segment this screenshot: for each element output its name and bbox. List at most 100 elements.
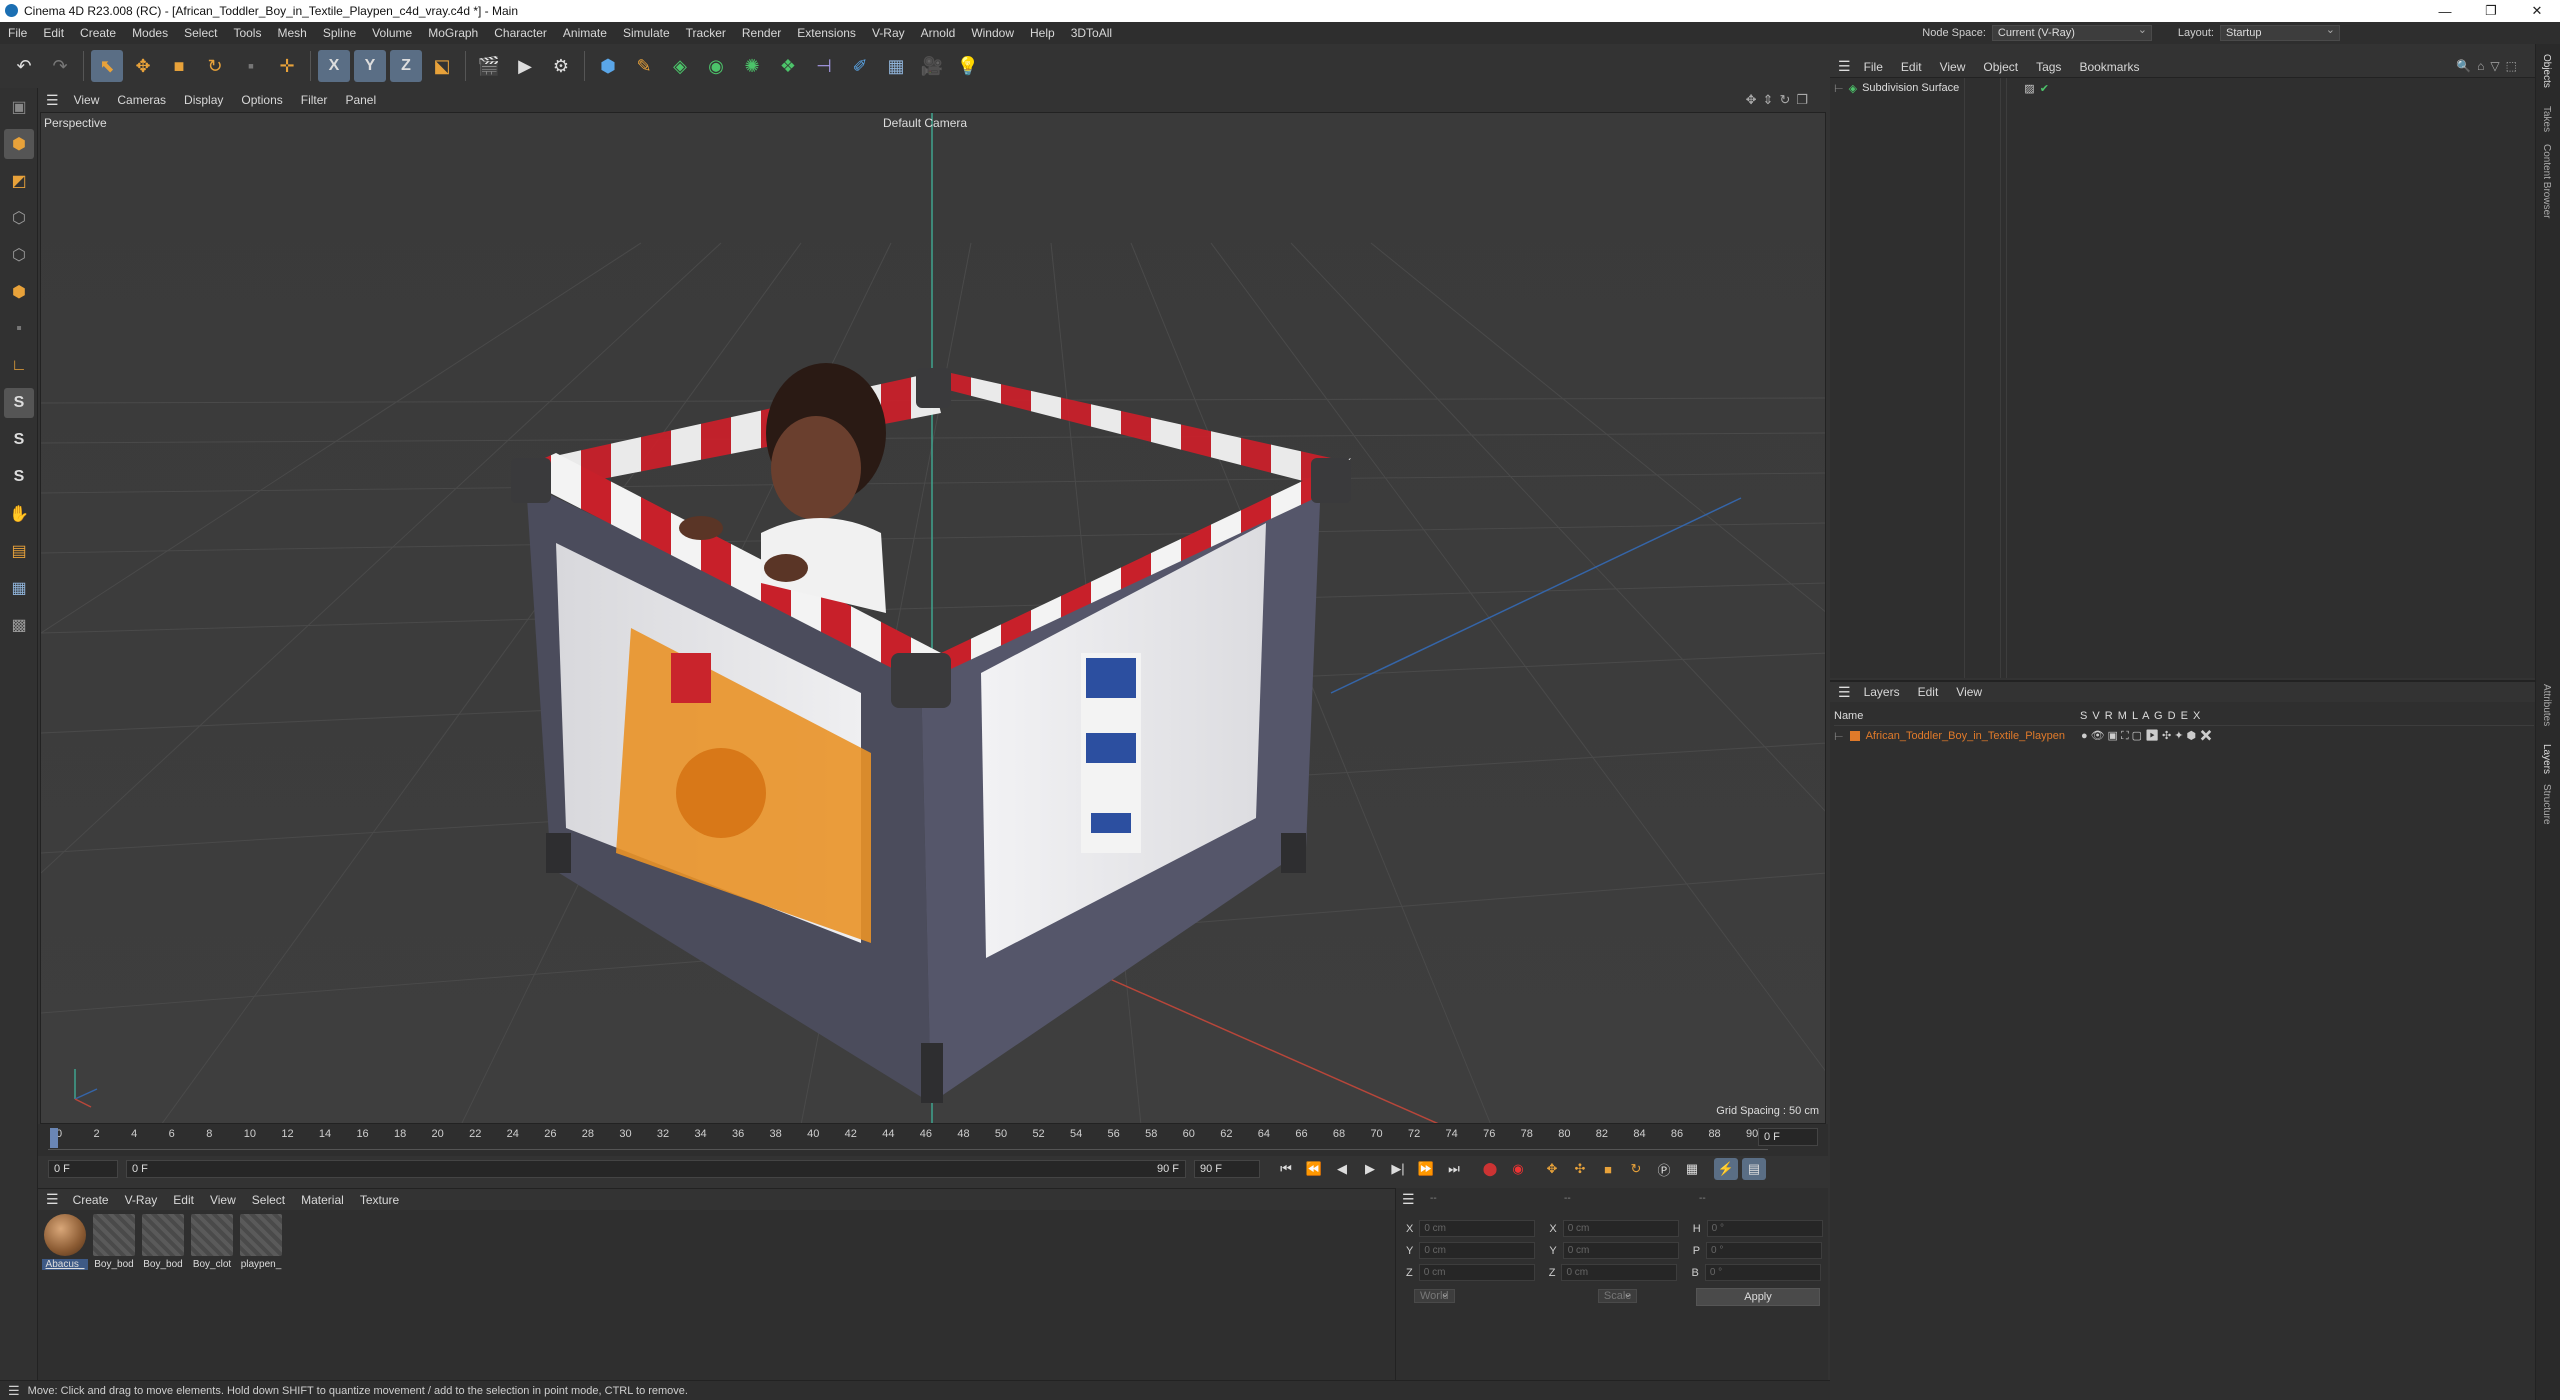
material-menu-select[interactable]: Select	[244, 1193, 293, 1207]
layer-menu-layers[interactable]: Layers	[1855, 685, 1909, 699]
viewport-menu-display[interactable]: Display	[175, 93, 232, 107]
rotation-b-field[interactable]: 0 °	[1704, 1264, 1821, 1281]
uv-mode-icon[interactable]: ▪	[4, 314, 34, 344]
position-x-field[interactable]: 0 cm	[1419, 1220, 1536, 1237]
menu-help[interactable]: Help	[1022, 26, 1063, 40]
key-rotation-icon[interactable]: ↻	[1624, 1158, 1648, 1180]
material-item[interactable]: Boy_bod	[140, 1214, 186, 1276]
mograph-icon[interactable]: ❖	[772, 50, 804, 82]
material-menu-edit[interactable]: Edit	[165, 1193, 202, 1207]
hamburger-icon[interactable]: ☰	[46, 92, 59, 109]
material-menu-vray[interactable]: V-Ray	[117, 1193, 166, 1207]
axis-x-button[interactable]: X	[318, 50, 350, 82]
viewport-nav-icons[interactable]: ✥⇕↻❐	[1746, 92, 1814, 108]
menu-animate[interactable]: Animate	[555, 26, 615, 40]
menu-volume[interactable]: Volume	[364, 26, 420, 40]
object-menu-tags[interactable]: Tags	[2027, 60, 2070, 74]
make-editable-icon[interactable]: ▣	[4, 92, 34, 122]
object-menu-bookmarks[interactable]: Bookmarks	[2070, 60, 2148, 74]
material-item[interactable]: Abacus_	[42, 1214, 88, 1276]
menu-mograph[interactable]: MoGraph	[420, 26, 486, 40]
grid-icon[interactable]: ▩	[4, 610, 34, 640]
coordinate-space-select[interactable]: World	[1414, 1289, 1455, 1303]
menu-modes[interactable]: Modes	[124, 26, 176, 40]
menu-simulate[interactable]: Simulate	[615, 26, 678, 40]
viewport-menu-filter[interactable]: Filter	[292, 93, 337, 107]
menu-mesh[interactable]: Mesh	[269, 26, 314, 40]
render-region-icon[interactable]: 🎬	[473, 50, 505, 82]
material-item[interactable]: playpen_	[238, 1214, 284, 1276]
subdivision-icon[interactable]: ◈	[664, 50, 696, 82]
menu-file[interactable]: File	[0, 26, 35, 40]
playhead[interactable]	[50, 1128, 58, 1148]
texture-mode-icon[interactable]: ◩	[4, 166, 34, 196]
go-to-end-icon[interactable]: ⏭	[1442, 1158, 1466, 1180]
object-search-icons[interactable]: 🔍⌂▽⬚	[2456, 59, 2523, 73]
apply-button[interactable]: Apply	[1696, 1288, 1820, 1306]
material-item[interactable]: Boy_clot	[189, 1214, 235, 1276]
play-icon[interactable]: ▶	[1358, 1158, 1382, 1180]
coordinate-system-icon[interactable]: ⬕	[426, 50, 458, 82]
enabled-check-icon[interactable]: ✔	[2040, 82, 2049, 95]
node-space-select[interactable]: Current (V-Ray)	[1991, 23, 2152, 41]
size-y-field[interactable]: 0 cm	[1562, 1242, 1679, 1259]
rotate-icon[interactable]: ↻	[199, 50, 231, 82]
object-menu-edit[interactable]: Edit	[1892, 60, 1931, 74]
size-z-field[interactable]: 0 cm	[1561, 1264, 1678, 1281]
rotation-p-field[interactable]: 0 °	[1706, 1242, 1823, 1259]
coords-hamburger-icon[interactable]: ☰	[1402, 1191, 1415, 1208]
tab-attributes[interactable]: Attributes	[2541, 684, 2552, 726]
menu-select[interactable]: Select	[176, 26, 225, 40]
close-button[interactable]: ✕	[2514, 0, 2560, 22]
layer-color-swatch[interactable]	[1849, 731, 1860, 741]
recent-tool-icon[interactable]: ▪	[235, 50, 267, 82]
object-name[interactable]: Subdivision Surface	[1862, 82, 1959, 94]
position-y-field[interactable]: 0 cm	[1419, 1242, 1536, 1259]
status-hamburger-icon[interactable]: ☰	[8, 1383, 20, 1399]
layer-name[interactable]: African_Toddler_Boy_in_Textile_Playpen	[1866, 730, 2065, 742]
layer-flag-icons[interactable]: ●👁▣⛶▢▶✣✦⬢✖	[2081, 729, 2216, 743]
viewport-menu-cameras[interactable]: Cameras	[108, 93, 175, 107]
minimize-button[interactable]: —	[2422, 0, 2468, 22]
polygons-mode-icon[interactable]: ⬢	[4, 277, 34, 307]
material-menu-create[interactable]: Create	[65, 1193, 117, 1207]
move-icon[interactable]: ✥	[127, 50, 159, 82]
redo-icon[interactable]: ↷	[44, 50, 76, 82]
material-menu-texture[interactable]: Texture	[352, 1193, 407, 1207]
floor-icon[interactable]: ▦	[880, 50, 912, 82]
key-pla-icon[interactable]: ▦	[1680, 1158, 1704, 1180]
key-param-icon[interactable]: Ⓟ	[1652, 1158, 1676, 1180]
cube-icon[interactable]: ⬢	[592, 50, 624, 82]
object-row[interactable]: ⊢ ◈ Subdivision Surface ▨ ✔	[1834, 80, 2049, 96]
menu-edit[interactable]: Edit	[35, 26, 72, 40]
visibility-toggle-icon[interactable]: ▨	[2024, 82, 2034, 95]
auto-key-icon[interactable]: ◉	[1506, 1158, 1530, 1180]
material-hamburger-icon[interactable]: ☰	[46, 1191, 59, 1208]
key-scale-icon[interactable]: ■	[1596, 1158, 1620, 1180]
locked-workplane-icon[interactable]: ▦	[4, 573, 34, 603]
key-move-icon[interactable]: ✣	[1568, 1158, 1592, 1180]
menu-3dtoall[interactable]: 3DToAll	[1063, 26, 1120, 40]
next-key-icon[interactable]: ⏩	[1414, 1158, 1438, 1180]
axis-mode-icon[interactable]: ∟	[4, 351, 34, 381]
current-frame-field[interactable]: 0 F	[48, 1160, 118, 1178]
live-selection-icon[interactable]: ⬉	[91, 50, 123, 82]
size-mode-select[interactable]: Scale	[1597, 1289, 1638, 1303]
tab-layers[interactable]: Layers	[2541, 744, 2552, 774]
layer-menu-view[interactable]: View	[1947, 685, 1991, 699]
axis-y-button[interactable]: Y	[354, 50, 386, 82]
object-menu-file[interactable]: File	[1855, 60, 1892, 74]
menu-extensions[interactable]: Extensions	[789, 26, 864, 40]
motion-clip-icon[interactable]: ⚡	[1714, 1158, 1738, 1180]
undo-icon[interactable]: ↶	[8, 50, 40, 82]
axis-z-button[interactable]: Z	[390, 50, 422, 82]
material-item[interactable]: Boy_bod	[91, 1214, 137, 1276]
tab-structure[interactable]: Structure	[2541, 784, 2552, 825]
tab-content-browser[interactable]: Content Browser	[2541, 144, 2552, 218]
object-menu-view[interactable]: View	[1931, 60, 1975, 74]
spline-tool-icon[interactable]: ✐	[844, 50, 876, 82]
menu-arnold[interactable]: Arnold	[913, 26, 964, 40]
menu-tracker[interactable]: Tracker	[678, 26, 734, 40]
points-mode-icon[interactable]: ⬡	[4, 203, 34, 233]
object-menu-object[interactable]: Object	[1974, 60, 2027, 74]
